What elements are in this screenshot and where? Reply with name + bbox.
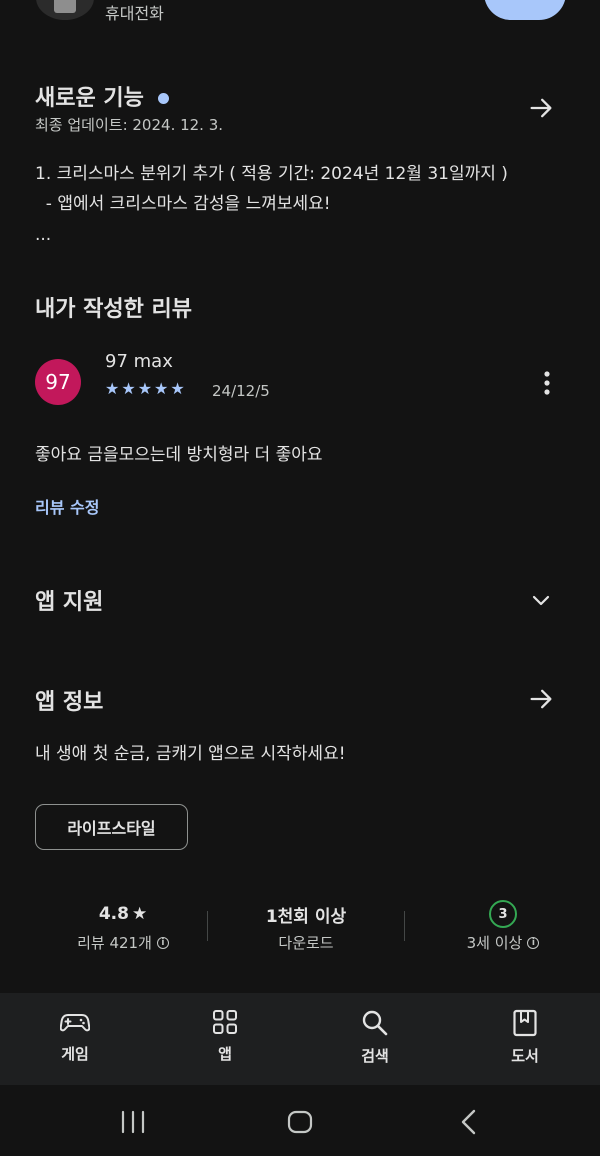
star-icon: ★: [131, 904, 148, 924]
review-text: 좋아요 금을모으는데 방치형라 더 좋아요: [35, 445, 323, 465]
info-icon: i: [156, 936, 169, 949]
whats-new-line: - 앱에서 크리스마스 감성을 느껴보세요!: [35, 194, 331, 214]
whats-new-header[interactable]: 새로운 기능: [35, 80, 169, 112]
app-support-title: 앱 지원: [35, 590, 104, 615]
arrow-right-icon[interactable]: [527, 685, 555, 713]
back-icon[interactable]: [458, 1109, 480, 1135]
star-icon: ★: [121, 379, 136, 398]
edit-review-link[interactable]: 리뷰 수정: [35, 494, 99, 518]
content-rating-stat[interactable]: 3 3세 이상 i: [418, 899, 588, 953]
nav-label: 도서: [511, 1047, 539, 1065]
app-support-row[interactable]: 앱 지원: [0, 570, 600, 628]
bottom-navigation: 게임 앱 검색 도서: [0, 993, 600, 1085]
system-navigation-bar: [0, 1085, 600, 1156]
nav-label: 앱: [218, 1045, 232, 1063]
category-chip[interactable]: 라이프스타일: [35, 804, 188, 850]
downloads-label: 다운로드: [278, 934, 334, 952]
rating-value: 4.8: [98, 904, 129, 924]
more-options-icon[interactable]: [535, 369, 559, 397]
app-info-title[interactable]: 앱 정보: [35, 684, 103, 716]
whats-new-title: 새로운 기능: [35, 86, 144, 111]
phone-device-icon: [36, 0, 94, 20]
app-description: 내 생애 첫 순금, 금캐기 앱으로 시작하세요!: [35, 744, 346, 764]
book-icon: [513, 1009, 537, 1037]
avatar: 97: [35, 359, 81, 405]
nav-item-apps[interactable]: 앱: [185, 1009, 265, 1064]
rating-stat[interactable]: 4.8 ★ 리뷰 421개 i: [38, 902, 208, 953]
gamepad-icon: [60, 1014, 90, 1032]
age-rating-label: 3세 이상: [466, 934, 523, 952]
whats-new-line: 1. 크리스마스 분위기 추가 ( 적용 기간: 2024년 12월 31일까지…: [35, 164, 508, 184]
stat-divider: [207, 911, 208, 941]
recent-apps-icon[interactable]: [119, 1110, 147, 1134]
nav-item-games[interactable]: 게임: [35, 1009, 115, 1064]
my-review-title: 내가 작성한 리뷰: [35, 297, 192, 322]
star-icon: ★: [137, 379, 153, 398]
star-rating: ★ ★ ★ ★ ★: [105, 380, 185, 398]
nav-item-search[interactable]: 검색: [335, 1009, 415, 1066]
whats-new-ellipsis: ...: [35, 225, 52, 245]
last-updated: 최종 업데이트: 2024. 12. 3.: [35, 116, 224, 134]
age-rating-badge-icon: 3: [489, 900, 517, 928]
star-icon: ★: [154, 379, 169, 398]
star-icon: ★: [105, 379, 120, 398]
stat-divider: [404, 911, 405, 941]
star-icon: ★: [170, 379, 185, 398]
downloads-stat: 1천회 이상 다운로드: [221, 902, 391, 953]
arrow-right-icon[interactable]: [527, 94, 555, 122]
reviewer-name: 97 max: [105, 351, 173, 372]
info-icon: i: [527, 936, 540, 949]
home-icon[interactable]: [286, 1109, 314, 1135]
review-count: 리뷰 421개: [77, 934, 152, 952]
install-button[interactable]: [484, 0, 566, 20]
chevron-down-icon: [532, 595, 550, 606]
review-date: 24/12/5: [212, 382, 270, 400]
nav-item-books[interactable]: 도서: [485, 1009, 565, 1066]
downloads-value: 1천회 이상: [265, 906, 347, 927]
new-indicator-dot: [157, 93, 169, 104]
search-icon: [362, 1010, 388, 1036]
device-label: 휴대전화: [105, 4, 164, 23]
apps-grid-icon: [213, 1010, 237, 1034]
nav-label: 게임: [61, 1045, 89, 1063]
nav-label: 검색: [361, 1047, 389, 1065]
